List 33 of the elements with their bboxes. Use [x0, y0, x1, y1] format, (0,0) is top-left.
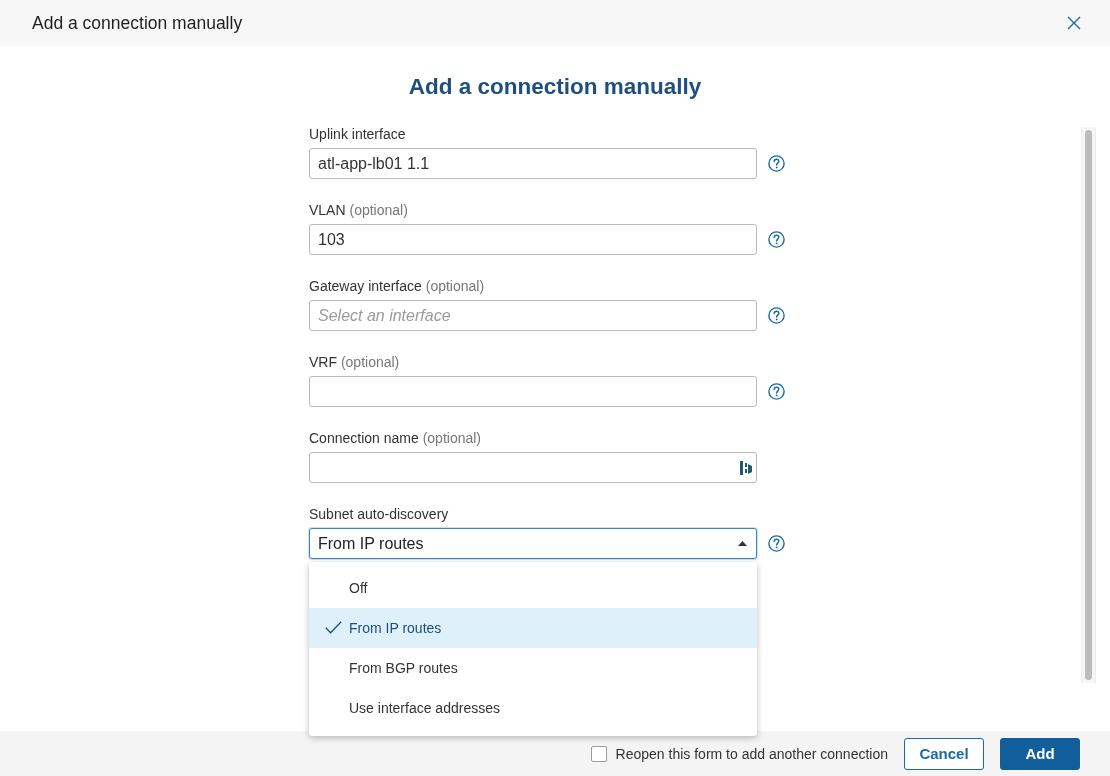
field-label: VLAN (optional) [309, 202, 408, 219]
dialog-title: Add a connection manually [32, 13, 243, 33]
input-field[interactable] [309, 452, 757, 483]
input-field[interactable] [309, 376, 757, 407]
field-label: Gateway interface (optional) [309, 278, 485, 295]
checkbox[interactable] [590, 745, 607, 762]
help-icon[interactable] [768, 231, 785, 248]
input-field[interactable]: atl-app-lb01 1.1 [309, 148, 757, 179]
help-icon[interactable] [768, 155, 785, 172]
scrollbar-thumb[interactable] [1085, 130, 1092, 680]
help-icon[interactable] [768, 307, 785, 324]
field-label: Subnet auto-discovery [309, 506, 449, 523]
add-button[interactable]: Add [1000, 737, 1080, 770]
dropdown-option[interactable]: From BGP routes [309, 648, 757, 688]
dropdown-option[interactable]: Use interface addresses [309, 688, 757, 728]
field-label: VRF (optional) [309, 354, 400, 371]
dropdown-select[interactable]: From IP routes [309, 528, 757, 559]
vertical-bars-icon[interactable] [740, 460, 752, 475]
input-field[interactable]: Select an interface [309, 300, 757, 331]
input-field[interactable]: 103 [309, 224, 757, 255]
dropdown-option[interactable]: Off [309, 568, 757, 608]
close-button[interactable] [1067, 16, 1081, 30]
dropdown-option[interactable]: From IP routes [309, 608, 757, 648]
field-label: Uplink interface [309, 126, 406, 143]
help-icon[interactable] [768, 535, 785, 552]
caret-icon [738, 541, 747, 546]
field-label: Connection name (optional) [309, 430, 481, 447]
checkbox-label: Reopen this form to add another connection [615, 745, 888, 762]
form-heading: Add a connection manually [408, 73, 702, 101]
check-icon [325, 621, 342, 634]
close-icon [1067, 16, 1081, 30]
help-icon[interactable] [768, 383, 785, 400]
cancel-button[interactable]: Cancel [904, 737, 984, 770]
